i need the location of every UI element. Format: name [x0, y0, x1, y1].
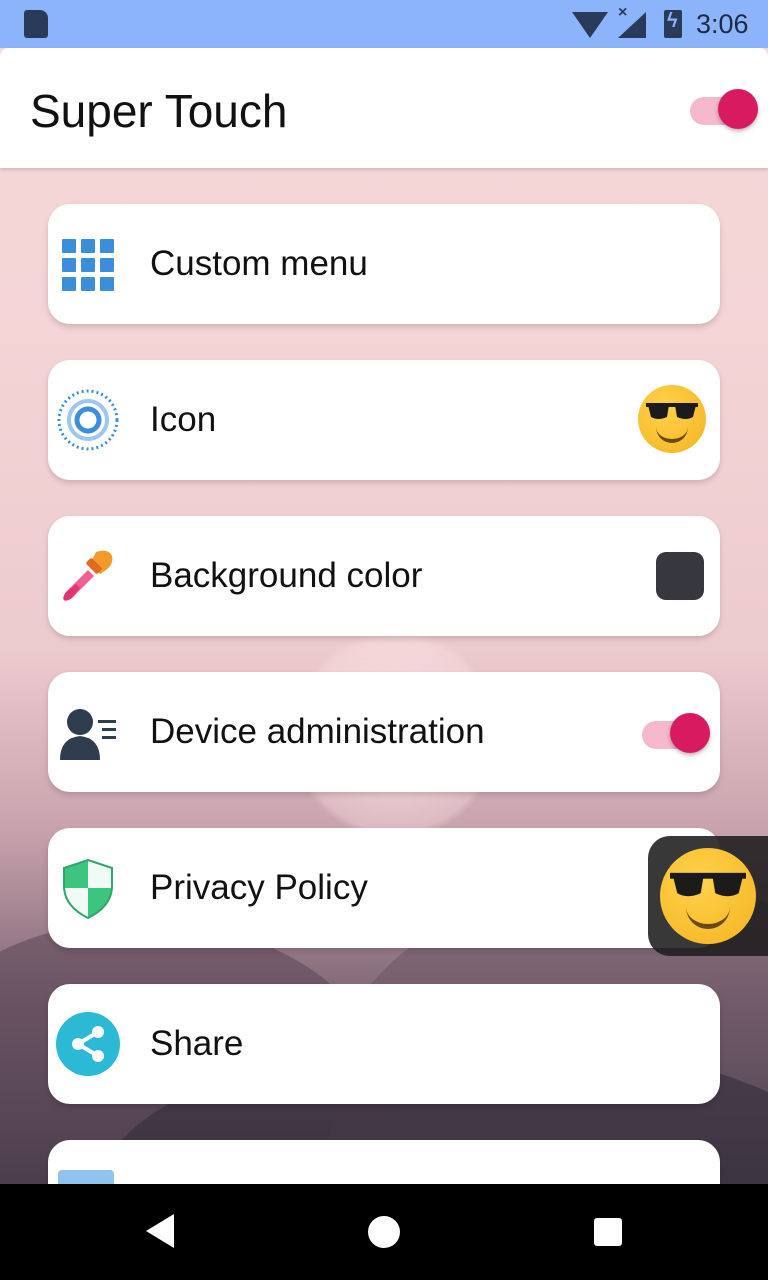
device-administration-item[interactable]: Device administration: [48, 672, 720, 792]
device-administration-label: Device administration: [150, 712, 485, 751]
icon-item[interactable]: Icon: [48, 360, 720, 480]
shield-icon: [63, 858, 113, 920]
smile-shape: [686, 904, 730, 929]
wifi-icon: [572, 12, 608, 38]
recents-icon[interactable]: [594, 1218, 622, 1246]
sd-card-icon: [24, 10, 48, 38]
device-admin-toggle[interactable]: [642, 710, 710, 758]
charging-bolt-icon: ϟ: [667, 10, 678, 32]
admin-user-icon: [60, 709, 116, 760]
navigation-bar: [0, 1184, 768, 1280]
toggle-knob: [718, 89, 758, 129]
toggle-knob: [670, 713, 710, 753]
eyedropper-icon: [63, 550, 113, 601]
smile-shape: [656, 423, 688, 443]
app-bar: Super Touch: [0, 48, 768, 168]
floating-touch-button[interactable]: [648, 836, 768, 956]
page-title: Super Touch: [30, 85, 288, 137]
sunglasses-emoji-icon[interactable]: [638, 385, 706, 453]
privacy-policy-label: Privacy Policy: [150, 868, 368, 907]
window-icon: [58, 1170, 114, 1184]
background-color-label: Background color: [150, 556, 423, 595]
custom-menu-label: Custom menu: [150, 244, 368, 283]
back-icon[interactable]: [146, 1214, 174, 1248]
list-item[interactable]: [48, 1140, 720, 1184]
color-swatch[interactable]: [656, 552, 704, 600]
icon-label: Icon: [150, 400, 217, 439]
sunglasses-icon: [646, 403, 698, 419]
share-label: Share: [150, 1024, 244, 1063]
master-toggle[interactable]: [690, 86, 758, 134]
privacy-policy-item[interactable]: Privacy Policy: [48, 828, 720, 948]
sunglasses-icon: [670, 872, 746, 897]
sunglasses-emoji-icon: [660, 848, 756, 944]
app-screen: × ϟ 3:06 Super Touch Custom menu Icon Ba…: [0, 0, 768, 1184]
grid-icon: [62, 239, 114, 291]
no-data-icon: ×: [618, 4, 628, 21]
status-bar: × ϟ 3:06: [0, 0, 768, 48]
status-time: 3:06: [696, 9, 749, 39]
share-icon: [56, 1012, 120, 1076]
share-item[interactable]: Share: [48, 984, 720, 1104]
custom-menu-item[interactable]: Custom menu: [48, 204, 720, 324]
background-color-item[interactable]: Background color: [48, 516, 720, 636]
target-icon: [57, 389, 119, 451]
home-icon[interactable]: [368, 1216, 400, 1248]
